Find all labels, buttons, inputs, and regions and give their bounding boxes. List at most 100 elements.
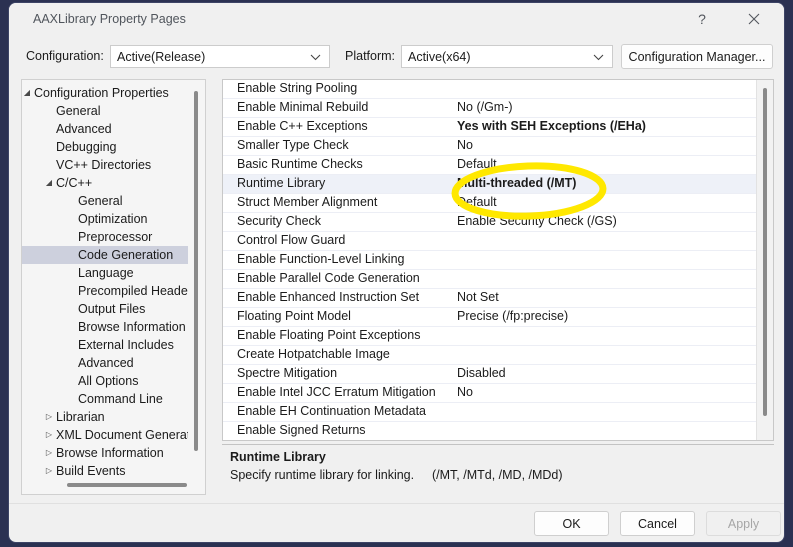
property-row[interactable]: Enable Function-Level Linking: [223, 251, 757, 270]
tree-item-label: External Includes: [78, 338, 174, 352]
configuration-tree[interactable]: ◢ Configuration Properties General Advanced…: [21, 79, 206, 495]
tree-item-code-generation[interactable]: Code Generation: [22, 246, 188, 264]
property-value[interactable]: Precise (/fp:precise): [457, 309, 568, 323]
tree-item-language[interactable]: Language: [22, 264, 188, 282]
tree-item-xml-document-generator[interactable]: ▷ XML Document Generator: [22, 426, 188, 444]
property-row[interactable]: Floating Point Model Precise (/fp:precise…: [223, 308, 757, 327]
configuration-manager-button[interactable]: Configuration Manager...: [621, 44, 773, 69]
grid-vertical-scroll-thumb[interactable]: [763, 88, 767, 416]
property-row[interactable]: Smaller Type Check No: [223, 137, 757, 156]
property-description-panel: Runtime Library Specify runtime library …: [222, 444, 774, 494]
tree-item-external-includes[interactable]: External Includes: [22, 336, 188, 354]
close-icon[interactable]: [732, 3, 776, 35]
property-value[interactable]: Disabled: [457, 366, 506, 380]
property-value[interactable]: No: [457, 385, 473, 399]
tree-item-c-c[interactable]: ◢ C/C++: [22, 174, 188, 192]
tree-item-browse-information[interactable]: ▷ Browse Information: [22, 444, 188, 462]
tree-item-general[interactable]: General: [22, 102, 188, 120]
tree-item-output-files[interactable]: Output Files: [22, 300, 188, 318]
tree-item-label: Browse Information: [56, 446, 164, 460]
configuration-select-value: Active(Release): [117, 49, 206, 64]
property-row[interactable]: Enable Enhanced Instruction Set Not Set: [223, 289, 757, 308]
tree-vertical-scrollbar[interactable]: [188, 81, 204, 477]
tree-item-configuration-properties[interactable]: ◢ Configuration Properties: [22, 84, 188, 102]
property-row[interactable]: Enable Floating Point Exceptions: [223, 327, 757, 346]
ok-button[interactable]: OK: [534, 511, 609, 536]
tree-item-label: Advanced: [78, 356, 134, 370]
property-row[interactable]: Enable String Pooling: [223, 80, 757, 99]
tree-item-label: Advanced: [56, 122, 112, 136]
property-name: Spectre Mitigation: [237, 366, 338, 380]
property-row[interactable]: Enable EH Continuation Metadata: [223, 403, 757, 422]
tree-item-label: Browse Information: [78, 320, 186, 334]
grid-vertical-scrollbar[interactable]: [756, 80, 773, 440]
tree-item-preprocessor[interactable]: Preprocessor: [22, 228, 188, 246]
platform-select[interactable]: Active(x64): [401, 45, 613, 68]
chevron-down-icon: [310, 50, 321, 64]
tree-item-advanced[interactable]: Advanced: [22, 120, 188, 138]
tree-item-label: Build Events: [56, 464, 126, 478]
property-row[interactable]: Basic Runtime Checks Default: [223, 156, 757, 175]
tree-item-vc-directories[interactable]: VC++ Directories: [22, 156, 188, 174]
tree-horizontal-scrollbar[interactable]: [23, 477, 188, 493]
chevron-down-icon[interactable]: ◢: [22, 84, 33, 102]
tree-item-build-events[interactable]: ▷ Build Events: [22, 462, 188, 478]
platform-select-value: Active(x64): [408, 49, 471, 64]
tree-horizontal-scroll-thumb[interactable]: [67, 483, 187, 487]
property-value[interactable]: Yes with SEH Exceptions (/EHa): [457, 119, 646, 133]
tree-item-label: Debugging: [56, 140, 117, 154]
chevron-right-icon[interactable]: ▷: [43, 462, 55, 478]
property-row[interactable]: Control Flow Guard: [223, 232, 757, 251]
tree-item-all-options[interactable]: All Options: [22, 372, 188, 390]
property-value[interactable]: Default: [457, 157, 497, 171]
tree-item-label: Code Generation: [78, 248, 174, 262]
property-row[interactable]: Struct Member Alignment Default: [223, 194, 757, 213]
tree-item-list: ◢ Configuration Properties General Advanced…: [22, 84, 188, 478]
property-value[interactable]: Multi-threaded (/MT): [457, 176, 576, 190]
property-row[interactable]: Security Check Enable Security Check (/GS…: [223, 213, 757, 232]
tree-item-command-line[interactable]: Command Line: [22, 390, 188, 408]
tree-item-precompiled-headers[interactable]: Precompiled Headers: [22, 282, 188, 300]
description-body: Specify runtime library for linking.: [230, 468, 415, 482]
property-name: Runtime Library: [237, 176, 326, 190]
property-row[interactable]: Enable Intel JCC Erratum Mitigation No: [223, 384, 757, 403]
tree-item-label: Preprocessor: [78, 230, 153, 244]
property-pages-dialog: AAXLibrary Property Pages ? Configuratio…: [8, 2, 785, 543]
chevron-down-icon[interactable]: ◢: [43, 174, 55, 192]
help-question-icon[interactable]: ?: [680, 3, 724, 35]
tree-vertical-scroll-thumb[interactable]: [194, 91, 198, 451]
tree-item-librarian[interactable]: ▷ Librarian: [22, 408, 188, 426]
tree-item-label: Precompiled Headers: [78, 284, 188, 298]
chevron-right-icon[interactable]: ▷: [43, 444, 55, 462]
property-name: Enable Parallel Code Generation: [237, 271, 420, 285]
property-row[interactable]: Runtime Library Multi-threaded (/MT): [223, 175, 757, 194]
property-name: Enable String Pooling: [237, 81, 358, 95]
property-value[interactable]: No: [457, 138, 473, 152]
property-row[interactable]: Enable Signed Returns: [223, 422, 757, 440]
tree-item-advanced[interactable]: Advanced: [22, 354, 188, 372]
property-row-list: Enable String Pooling Enable Minimal Rebu…: [223, 80, 757, 440]
tree-item-label: All Options: [78, 374, 139, 388]
configuration-select[interactable]: Active(Release): [110, 45, 330, 68]
property-row[interactable]: Enable Parallel Code Generation: [223, 270, 757, 289]
cancel-button[interactable]: Cancel: [620, 511, 695, 536]
tree-item-debugging[interactable]: Debugging: [22, 138, 188, 156]
property-row[interactable]: Create Hotpatchable Image: [223, 346, 757, 365]
property-grid[interactable]: Enable String Pooling Enable Minimal Rebu…: [222, 79, 774, 441]
tree-item-optimization[interactable]: Optimization: [22, 210, 188, 228]
tree-item-label: Output Files: [78, 302, 146, 316]
property-value[interactable]: Enable Security Check (/GS): [457, 214, 617, 228]
property-row[interactable]: Enable C++ Exceptions Yes with SEH Except…: [223, 118, 757, 137]
property-value[interactable]: Not Set: [457, 290, 499, 304]
property-name: Struct Member Alignment: [237, 195, 378, 209]
apply-button: Apply: [706, 511, 781, 536]
tree-item-browse-information[interactable]: Browse Information: [22, 318, 188, 336]
tree-item-general[interactable]: General: [22, 192, 188, 210]
chevron-right-icon[interactable]: ▷: [43, 426, 55, 444]
chevron-right-icon[interactable]: ▷: [43, 408, 55, 426]
property-row[interactable]: Spectre Mitigation Disabled: [223, 365, 757, 384]
property-row[interactable]: Enable Minimal Rebuild No (/Gm-): [223, 99, 757, 118]
property-value[interactable]: No (/Gm-): [457, 100, 513, 114]
description-title: Runtime Library: [230, 450, 326, 464]
property-value[interactable]: Default: [457, 195, 497, 209]
